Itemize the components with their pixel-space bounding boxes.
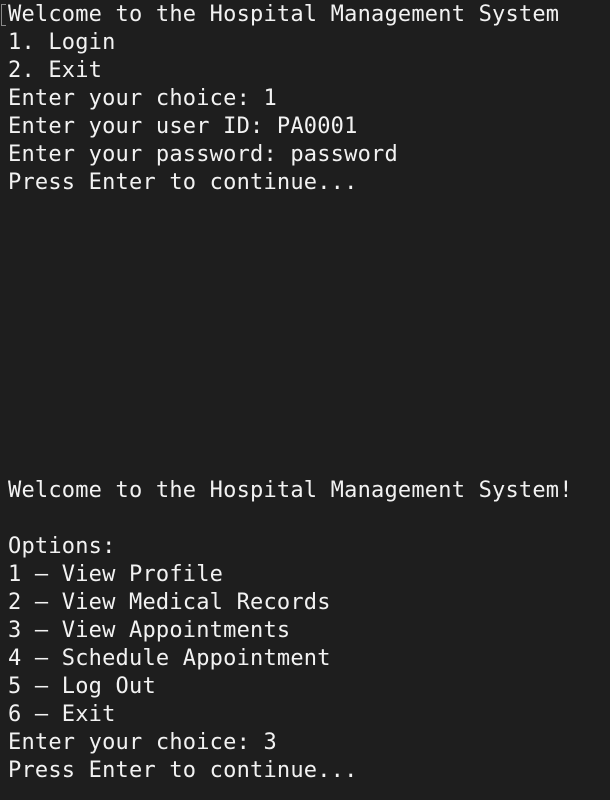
menu-option-view-appointments: 3 – View Appointments <box>8 618 291 643</box>
options-label: Options: <box>8 534 116 559</box>
menu-option-view-medical-records: 2 – View Medical Records <box>8 590 331 615</box>
terminal-window[interactable]: Welcome to the Hospital Management Syste… <box>0 0 610 800</box>
choice-prompt: Enter your choice: 3 <box>8 730 277 755</box>
user-id-prompt: Enter your user ID: PA0001 <box>8 114 358 139</box>
menu-option-view-profile: 1 – View Profile <box>8 562 224 587</box>
menu-option-exit: 2. Exit <box>8 58 103 83</box>
menu-option-log-out: 5 – Log Out <box>8 674 156 699</box>
login-session-output: Welcome to the Hospital Management Syste… <box>8 1 559 197</box>
welcome-heading: Welcome to the Hospital Management Syste… <box>8 2 560 27</box>
menu-option-login: 1. Login <box>8 30 116 55</box>
continue-prompt: Press Enter to continue... <box>8 170 358 195</box>
continue-prompt: Press Enter to continue... <box>8 758 358 783</box>
choice-prompt: Enter your choice: 1 <box>8 86 277 111</box>
menu-option-exit: 6 – Exit <box>8 702 116 727</box>
welcome-heading: Welcome to the Hospital Management Syste… <box>8 478 573 503</box>
password-prompt: Enter your password: password <box>8 142 398 167</box>
main-menu-output: Welcome to the Hospital Management Syste… <box>8 477 573 785</box>
menu-option-schedule-appointment: 4 – Schedule Appointment <box>8 646 331 671</box>
cursor-bracket-icon <box>1 4 6 26</box>
